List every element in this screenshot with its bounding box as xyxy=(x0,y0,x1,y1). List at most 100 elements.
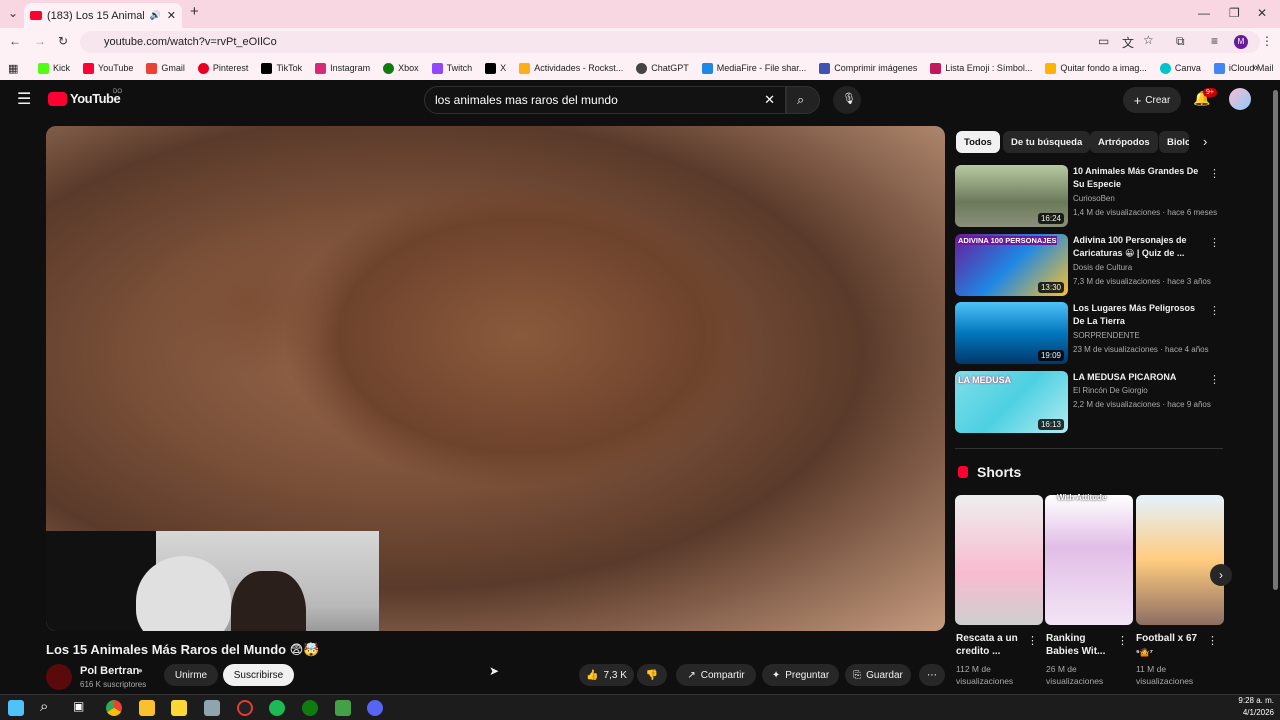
short-thumbnail[interactable] xyxy=(955,495,1043,625)
rec-channel[interactable]: CuriosoBen xyxy=(1073,194,1115,203)
apps-grid-icon[interactable]: ▦ xyxy=(8,62,18,75)
more-actions-button[interactable]: ⋯ xyxy=(919,664,945,686)
rec-title[interactable]: Adivina 100 Personajes de Caricaturas 😀 … xyxy=(1073,234,1208,260)
scrollbar-thumb[interactable] xyxy=(1273,90,1278,590)
short-title[interactable]: Rescata a un credito ... xyxy=(956,632,1028,658)
account-avatar[interactable] xyxy=(1229,88,1251,110)
bookmark-item[interactable]: Actividades - Rockst... xyxy=(519,62,623,74)
rec-title[interactable]: 10 Animales Más Grandes De Su Especie xyxy=(1073,165,1208,191)
youtube-logo-icon[interactable] xyxy=(48,92,67,106)
bookmark-item[interactable]: Pinterest xyxy=(197,62,248,74)
like-button[interactable]: 👍 7,3 K xyxy=(579,664,634,686)
store-icon[interactable] xyxy=(171,700,187,716)
share-button[interactable]: ↗ Compartir xyxy=(676,664,756,686)
xbox-icon[interactable] xyxy=(302,700,318,716)
task-view-icon[interactable]: ▣ xyxy=(73,699,84,713)
tab-search-icon[interactable]: ⌄ xyxy=(8,6,18,20)
clock-date[interactable]: 4/1/2026 xyxy=(1226,708,1274,717)
kebab-menu-icon[interactable]: ⋮ xyxy=(1027,634,1038,647)
bookmark-item[interactable]: Gmail xyxy=(146,62,185,74)
subscribe-button[interactable]: Suscribirse xyxy=(223,664,294,686)
video-thumbnail[interactable]: ADIVINA 100 PERSONAJES 13:30 xyxy=(955,234,1068,296)
kebab-menu-icon[interactable]: ⋮ xyxy=(1117,634,1128,647)
short-title[interactable]: Football x 67 xyxy=(1136,632,1208,645)
tab-close-icon[interactable]: ✕ xyxy=(167,9,176,22)
reading-list-icon[interactable]: ≡ xyxy=(1211,34,1218,48)
clear-search-icon[interactable]: ✕ xyxy=(764,92,775,108)
search-input[interactable]: los animales mas raros del mundo ✕ xyxy=(424,86,786,114)
bookmark-item[interactable]: Twitch xyxy=(431,62,472,74)
app-icon[interactable] xyxy=(335,700,351,716)
rec-channel[interactable]: Dosis de Cultura xyxy=(1073,263,1132,272)
bookmark-item[interactable]: iCloud Mail xyxy=(1213,62,1273,74)
chip-all[interactable]: Todos xyxy=(956,131,1000,153)
chips-next-icon[interactable]: › xyxy=(1203,134,1207,149)
rec-channel[interactable]: SORPRENDENTE xyxy=(1073,331,1140,340)
channel-name[interactable]: Pol Bertran xyxy=(80,665,139,677)
kebab-menu-icon[interactable]: ⋮ xyxy=(1207,634,1218,647)
scrollbar[interactable] xyxy=(1271,80,1280,694)
bookmark-star-icon[interactable]: ☆ xyxy=(1143,33,1154,47)
create-button[interactable]: + Crear xyxy=(1123,87,1181,113)
chrome-icon[interactable] xyxy=(106,700,122,716)
bookmark-item[interactable]: Xbox xyxy=(383,62,419,74)
profile-avatar[interactable]: M xyxy=(1234,35,1248,49)
app-icon[interactable] xyxy=(237,700,253,716)
video-thumbnail[interactable]: 16:24 xyxy=(955,165,1068,227)
back-icon[interactable]: ← xyxy=(9,34,21,48)
browser-tab[interactable]: (183) Los 15 Animales Más 🔊 ✕ xyxy=(24,3,182,28)
forward-icon[interactable]: → xyxy=(34,34,46,48)
reload-icon[interactable]: ↻ xyxy=(58,34,68,48)
recommendation-card[interactable]: ADIVINA 100 PERSONAJES 13:30 Adivina 100… xyxy=(955,234,1225,298)
kebab-menu-icon[interactable]: ⋮ xyxy=(1209,236,1220,249)
search-button[interactable]: ⌕ xyxy=(786,86,820,114)
more-bookmarks-icon[interactable]: » xyxy=(1252,62,1258,74)
window-close-button[interactable]: ✕ xyxy=(1257,6,1267,20)
menu-icon[interactable]: ☰ xyxy=(17,89,31,109)
video-thumbnail[interactable]: 19:09 xyxy=(955,302,1068,364)
video-player[interactable] xyxy=(46,126,945,631)
save-button[interactable]: ⎘ Guardar xyxy=(845,664,911,686)
bookmark-item[interactable]: YouTube xyxy=(83,62,133,74)
recommendation-card[interactable]: LA MEDUSA 16:13 LA MEDUSA PICARONA El Ri… xyxy=(955,371,1225,435)
discord-icon[interactable] xyxy=(367,700,383,716)
recommendation-card[interactable]: 19:09 Los Lugares Más Peligrosos De La T… xyxy=(955,302,1225,366)
cast-icon[interactable]: ▭ xyxy=(1098,34,1109,48)
short-thumbnail[interactable] xyxy=(1136,495,1224,625)
channel-avatar[interactable] xyxy=(46,664,72,690)
voice-search-button[interactable]: 🎙 xyxy=(833,86,861,114)
rec-title[interactable]: Los Lugares Más Peligrosos De La Tierra xyxy=(1073,302,1208,328)
bookmark-item[interactable]: Canva xyxy=(1159,62,1201,74)
join-button[interactable]: Unirme xyxy=(164,664,218,686)
audio-icon[interactable]: 🔊 xyxy=(150,10,161,21)
rec-channel[interactable]: El Rincón De Giorgio xyxy=(1073,386,1148,395)
chip-arthropods[interactable]: Artrópodos xyxy=(1090,131,1158,153)
recommendation-card[interactable]: 16:24 10 Animales Más Grandes De Su Espe… xyxy=(955,165,1225,229)
minimize-button[interactable]: — xyxy=(1198,6,1210,20)
rec-title[interactable]: LA MEDUSA PICARONA xyxy=(1073,371,1208,384)
address-input[interactable]: youtube.com/watch?v=rvPt_eOIlCo xyxy=(80,31,1260,53)
chip-from-search[interactable]: De tu búsqueda xyxy=(1003,131,1091,153)
bookmark-item[interactable]: Comprimir imágenes xyxy=(819,62,917,74)
ask-button[interactable]: ✦ Preguntar xyxy=(762,664,839,686)
app-icon[interactable] xyxy=(204,700,220,716)
start-icon[interactable] xyxy=(8,700,24,716)
file-explorer-icon[interactable] xyxy=(139,700,155,716)
clock-time[interactable]: 9:28 a. m. xyxy=(1226,696,1274,705)
bookmark-item[interactable]: X xyxy=(485,62,506,74)
spotify-icon[interactable] xyxy=(269,700,285,716)
kebab-menu-icon[interactable]: ⋮ xyxy=(1209,373,1220,386)
bookmark-item[interactable]: Instagram xyxy=(315,62,370,74)
chip-biology[interactable]: Biolo xyxy=(1159,131,1189,153)
bookmark-item[interactable]: MediaFire - File shar... xyxy=(701,62,806,74)
restore-button[interactable]: ❐ xyxy=(1229,6,1240,20)
shorts-next-button[interactable]: › xyxy=(1210,564,1232,586)
new-tab-button[interactable]: + xyxy=(190,3,199,20)
bookmark-item[interactable]: ChatGPT xyxy=(636,62,689,74)
short-thumbnail[interactable]: With Attitude xyxy=(1045,493,1133,625)
dislike-button[interactable]: 👎 xyxy=(637,664,667,686)
short-title[interactable]: Ranking Babies Wit... xyxy=(1046,632,1118,658)
chrome-menu-icon[interactable]: ⋮ xyxy=(1261,34,1273,48)
search-icon[interactable]: ⌕ xyxy=(40,698,48,715)
bookmark-item[interactable]: Kick xyxy=(38,62,70,74)
